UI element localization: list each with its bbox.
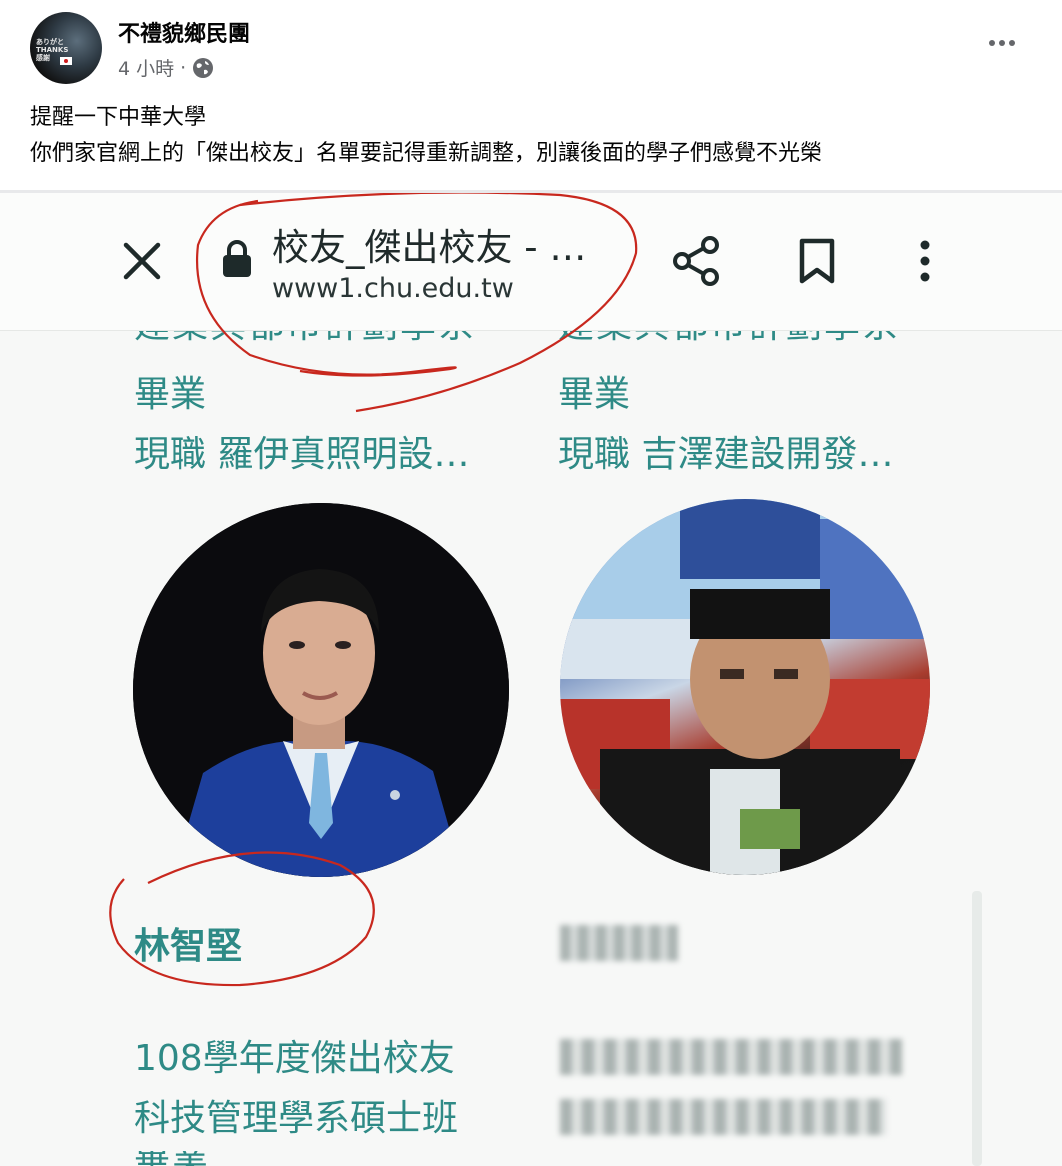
meta-separator: · (180, 56, 187, 79)
post-text: 提醒一下中華大學 你們家官網上的「傑出校友」名單要記得重新調整，別讓後面的學子們… (30, 100, 822, 172)
post-text-line: 你們家官網上的「傑出校友」名單要記得重新調整，別讓後面的學子們感覺不光榮 (30, 141, 823, 166)
tab-title[interactable]: 校友_傑出校友 - … (272, 217, 586, 271)
alumni-job: 現職 吉澤建設開發… (558, 434, 894, 475)
globe-icon (193, 57, 214, 78)
alumni-photo-pixelated[interactable] (560, 499, 930, 875)
browser-toolbar: 校友_傑出校友 - … www1.chu.edu.tw (0, 193, 1062, 331)
pixelated-portrait-image (560, 499, 930, 875)
close-icon[interactable] (120, 239, 164, 283)
post-meta: 4 小時 · (118, 54, 214, 81)
alumni-photo[interactable] (133, 503, 509, 877)
alumni-graduated: 畢業 (558, 374, 631, 415)
alumni-name: 林智堅 (134, 926, 243, 967)
post-header: ありがと THANKS 感謝 不禮貌鄉民團 4 小時 · 提醒一下中華大學 你們… (0, 0, 1062, 193)
alumni-graduated: 畢業 (134, 374, 207, 415)
portrait-image (133, 503, 509, 877)
scrollbar[interactable] (972, 891, 982, 1166)
japan-flag-icon (60, 57, 72, 65)
alumni-job: 現職 羅伊真照明設… (134, 434, 470, 475)
blurred-award (560, 1039, 902, 1075)
url-text[interactable]: www1.chu.edu.tw (272, 273, 514, 304)
page-name[interactable]: 不禮貌鄉民團 (118, 16, 250, 48)
alumni-award: 108學年度傑出校友 (134, 1038, 455, 1079)
share-icon[interactable] (672, 235, 722, 287)
bookmark-icon[interactable] (796, 237, 838, 285)
blurred-name (560, 925, 678, 961)
more-options-button[interactable] (982, 28, 1022, 58)
alumni-text-cut: 畢業 (134, 1151, 210, 1166)
dot-icon (999, 40, 1005, 46)
alumni-dept: 科技管理學系碩士班 (134, 1098, 459, 1139)
dot-icon (989, 40, 995, 46)
page-avatar[interactable]: ありがと THANKS 感謝 (30, 12, 102, 84)
overflow-menu-icon[interactable] (912, 237, 938, 285)
blurred-dept (560, 1099, 886, 1135)
post-text-line: 提醒一下中華大學 (30, 105, 207, 130)
post-time[interactable]: 4 小時 (118, 54, 174, 81)
dot-icon (1009, 40, 1015, 46)
lock-icon (223, 240, 251, 277)
shared-screenshot[interactable]: 建築與都市計劃學系 建築與都市計劃學系 校友_傑出校友 - … www1.chu… (0, 193, 1062, 1166)
